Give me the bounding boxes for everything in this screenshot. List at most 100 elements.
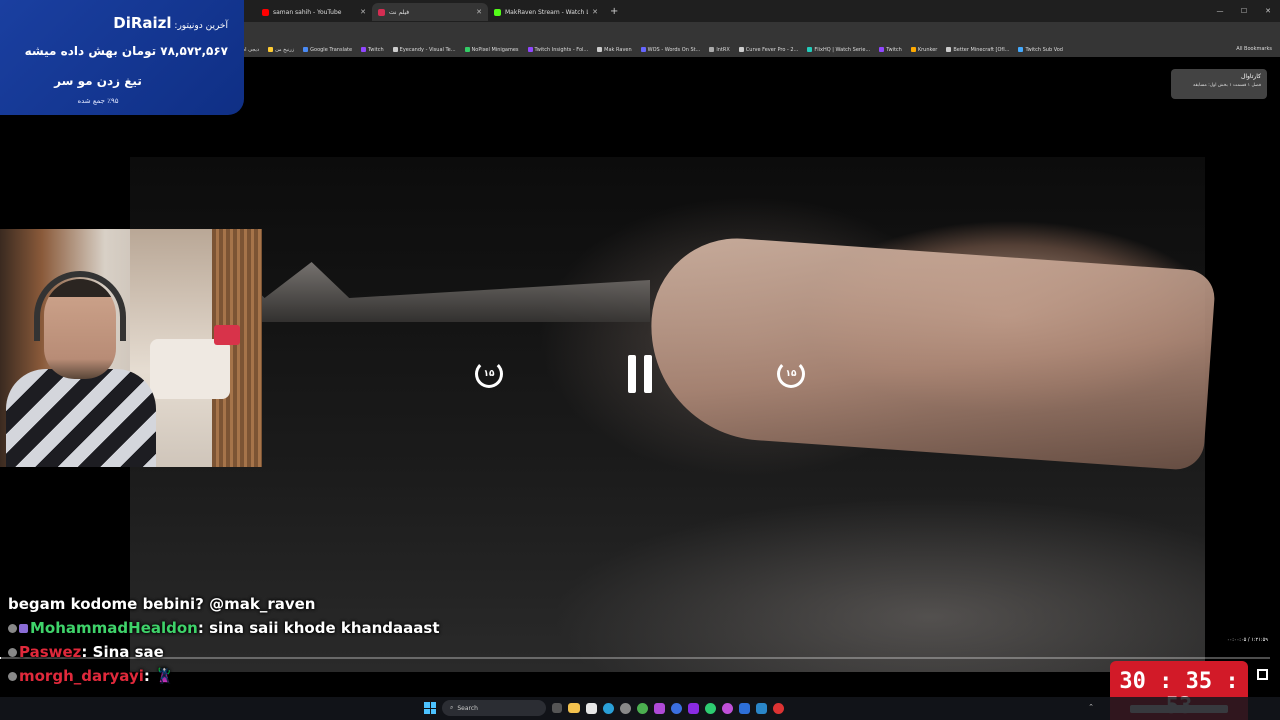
- tab-label: فیلم نت: [389, 8, 410, 16]
- donation-overlay: آخرین دونیتور: DiRaizl ۷۸,۵۷۲,۵۶۷ تومان …: [0, 0, 244, 115]
- app-icon[interactable]: [671, 702, 682, 714]
- close-tab-icon[interactable]: ✕: [360, 8, 366, 16]
- task-view-icon[interactable]: [552, 703, 562, 713]
- last-donor-name: DiRaizl: [113, 14, 172, 32]
- tab-favicon-icon: [494, 8, 501, 16]
- bookmark-icon: [527, 47, 533, 52]
- rewind-icon: ۱۵: [475, 360, 503, 388]
- last-donor: آخرین دونیتور: DiRaizl: [113, 14, 228, 32]
- chat-badge-icon: [8, 648, 17, 657]
- browser-tab[interactable]: MakRaven Stream - Watch Live ✕: [488, 3, 604, 21]
- bookmark-icon: [640, 47, 646, 52]
- bookmark-item[interactable]: Krunker: [910, 47, 937, 53]
- goal-progress: ٪۹۵ جمع شده: [77, 97, 119, 105]
- tab-label: MakRaven Stream - Watch Live: [505, 8, 588, 16]
- new-tab-button[interactable]: +: [610, 6, 618, 17]
- chat-username: Paswez: [19, 643, 82, 661]
- bookmark-item[interactable]: WOS - Words On St...: [640, 47, 700, 53]
- bookmark-icon: [807, 47, 813, 52]
- tab-favicon-icon: [262, 8, 269, 16]
- bookmark-item[interactable]: FlixHQ | Watch Serie...: [807, 47, 870, 53]
- chat-badge-icon: [8, 624, 17, 633]
- close-window-button[interactable]: ✕: [1256, 0, 1280, 22]
- chat-message: Paswez: Sina sae: [8, 640, 440, 664]
- skip-forward-button[interactable]: ۱۵: [772, 355, 810, 393]
- app-icon[interactable]: [654, 702, 665, 714]
- tray-chevron-icon[interactable]: ⌃: [1088, 703, 1094, 711]
- bookmark-item[interactable]: Twitch Sub Vod: [1018, 47, 1063, 53]
- chat-overlay: begam kodome bebini? @mak_raven MohammadH…: [8, 592, 440, 688]
- bookmark-icon: [303, 47, 309, 52]
- fullscreen-icon[interactable]: [1257, 669, 1268, 680]
- store-icon[interactable]: [586, 702, 597, 714]
- search-icon: ⌕: [450, 704, 454, 711]
- window-controls: — ☐ ✕: [1208, 0, 1280, 22]
- app-icon[interactable]: [705, 702, 716, 714]
- chat-username: morgh_daryayi: [19, 667, 144, 685]
- close-tab-icon[interactable]: ✕: [592, 8, 598, 16]
- chat-text: begam kodome bebini? @mak_raven: [8, 595, 316, 613]
- bookmark-item[interactable]: زرنیخ من: [268, 47, 294, 53]
- bookmark-icon: [1018, 47, 1024, 52]
- app-icon[interactable]: [773, 702, 784, 714]
- bookmark-item[interactable]: NoPixel Minigames: [464, 47, 519, 53]
- file-explorer-icon[interactable]: [568, 703, 580, 713]
- chat-message: begam kodome bebini? @mak_raven: [8, 592, 440, 616]
- donation-amount: ۷۸,۵۷۲,۵۶۷ تومان بهش داده میشه: [24, 44, 228, 58]
- app-icon[interactable]: [620, 702, 631, 714]
- bookmark-icon: [946, 47, 952, 52]
- bookmark-item[interactable]: Twitch: [361, 47, 384, 53]
- pause-icon: [628, 355, 652, 393]
- time-readout: ۰۰:۰۰:۰۵ / ۱:۲۱:۵۹: [1226, 637, 1268, 643]
- streamer: [6, 259, 156, 467]
- bookmark-icon: [879, 47, 885, 52]
- bookmark-icon: [709, 47, 715, 52]
- bookmark-item[interactable]: Better Minecraft [OfI...: [946, 47, 1009, 53]
- forward-icon: ۱۵: [777, 360, 805, 388]
- tab-label: saman sahih - YouTube: [273, 8, 342, 16]
- chat-username: MohammadHealdon: [30, 619, 198, 637]
- bookmark-item[interactable]: Twitch Insights - Fol...: [527, 47, 588, 53]
- last-donor-label: آخرین دونیتور:: [174, 21, 228, 31]
- edge-icon[interactable]: [603, 702, 614, 714]
- bookmark-item[interactable]: lntRX: [709, 47, 730, 53]
- episode-info[interactable]: کارتاوال فصل ۱ قسمت ۱ بخش اول: مسابقه: [1171, 69, 1267, 99]
- tab-favicon-icon: [378, 8, 385, 16]
- video-hand: [643, 232, 1217, 472]
- bookmark-item[interactable]: Curve Fever Pro - 2...: [738, 47, 798, 53]
- webcam-feed: [0, 229, 262, 467]
- chat-badge-icon: [8, 672, 17, 681]
- bookmark-item[interactable]: Mak Raven: [597, 47, 632, 53]
- chat-badge-icon: [19, 624, 28, 633]
- taskbar-search[interactable]: ⌕ Search: [442, 700, 546, 716]
- windows-start-icon[interactable]: [424, 702, 436, 714]
- all-bookmarks-link[interactable]: All Bookmarks: [1236, 46, 1272, 52]
- browser-tab[interactable]: saman sahih - YouTube ✕: [256, 3, 372, 21]
- episode-subtitle: فصل ۱ قسمت ۱ بخش اول: مسابقه: [1193, 83, 1261, 88]
- bookmark-icon: [464, 47, 470, 52]
- bookmark-item[interactable]: Twitch: [879, 47, 902, 53]
- minimize-button[interactable]: —: [1208, 0, 1232, 22]
- bookmark-item[interactable]: Eyecandy - Visual Te...: [392, 47, 456, 53]
- steam-icon[interactable]: [756, 702, 767, 714]
- app-icon[interactable]: [739, 702, 750, 714]
- discord-icon[interactable]: [722, 702, 733, 714]
- bookmark-icon: [597, 47, 603, 52]
- maximize-button[interactable]: ☐: [1232, 0, 1256, 22]
- browser-tab[interactable]: فیلم نت ✕: [372, 3, 488, 21]
- close-tab-icon[interactable]: ✕: [476, 8, 482, 16]
- chat-message: morgh_daryayi: 🦹: [8, 664, 440, 688]
- bookmark-item[interactable]: Google Translate: [303, 47, 352, 53]
- chat-message: MohammadHealdon: sina saii khode khandaa…: [8, 616, 440, 640]
- chat-text: sina saii khode khandaaast: [209, 619, 440, 637]
- pause-button[interactable]: [621, 355, 659, 393]
- chrome-icon[interactable]: [637, 702, 648, 714]
- episode-title: کارتاوال: [1240, 73, 1261, 80]
- bookmark-icon: [910, 47, 916, 52]
- chat-text: Sina sae: [92, 643, 164, 661]
- app-icon[interactable]: [688, 702, 699, 714]
- taskbar: ⌕ Search ⌃: [0, 697, 1280, 720]
- bookmark-icon: [361, 47, 367, 52]
- skip-back-button[interactable]: ۱۵: [470, 355, 508, 393]
- headset-icon: [34, 271, 126, 341]
